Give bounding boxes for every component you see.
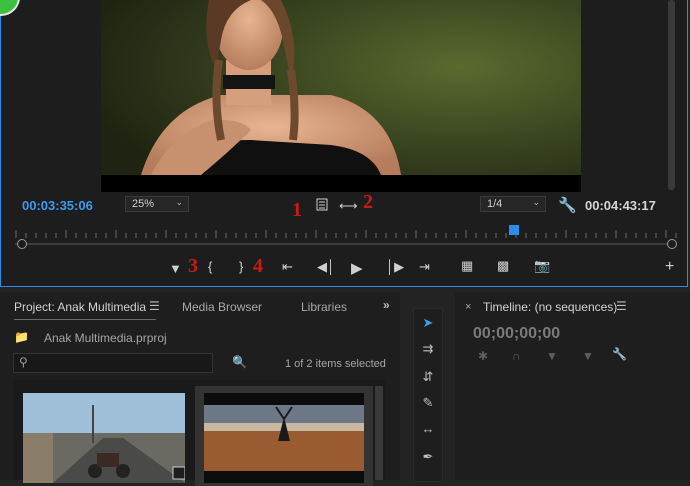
- ripple-edit-tool-icon[interactable]: ⇵: [414, 365, 442, 389]
- active-tab-underline: [14, 319, 156, 320]
- zoom-dropdown[interactable]: 25% ⌄: [125, 196, 189, 212]
- selection-tool-icon[interactable]: ➤: [414, 311, 442, 335]
- step-back-icon[interactable]: ◀│: [317, 259, 335, 275]
- add-marker-icon[interactable]: ▼: [546, 349, 558, 363]
- overwrite-icon[interactable]: ▩: [497, 258, 509, 274]
- scrollbar-right-handle[interactable]: [667, 239, 677, 249]
- folder-icon: 📁: [14, 330, 29, 344]
- monitor-scrollbar[interactable]: [668, 0, 675, 190]
- chevron-down-icon: ⌄: [175, 197, 183, 207]
- more-panels-icon[interactable]: »: [383, 298, 390, 312]
- go-to-in-icon[interactable]: ⇤: [282, 259, 293, 275]
- mark-in-icon[interactable]: {: [208, 259, 212, 274]
- annotation-4: 4: [253, 255, 263, 277]
- duration-timecode: 00:04:43:17: [585, 198, 656, 213]
- annotation-3: 3: [188, 255, 198, 277]
- marker-icon[interactable]: ▼: [582, 349, 594, 363]
- slip-tool-icon[interactable]: ↔: [414, 417, 442, 441]
- grid-scrollbar[interactable]: [375, 386, 383, 480]
- resolution-value: 1/4: [487, 198, 503, 210]
- project-file-name: Anak Multimedia.prproj: [44, 331, 167, 345]
- zoom-scrollbar[interactable]: [15, 243, 677, 245]
- timeline-title: Timeline: (no sequences): [483, 300, 618, 314]
- insert-icon[interactable]: ▦: [461, 258, 473, 274]
- resolution-dropdown[interactable]: 1/4 ⌄: [480, 196, 546, 212]
- chevron-down-icon: ⌄: [532, 197, 540, 207]
- find-icon[interactable]: 🔍: [232, 355, 247, 369]
- search-icon: ⚲: [19, 355, 28, 369]
- close-icon[interactable]: ×: [465, 301, 471, 313]
- clip-thumbnail[interactable]: [204, 393, 364, 483]
- panel-menu-icon[interactable]: ☰: [616, 299, 627, 313]
- search-input[interactable]: ⚲: [13, 353, 213, 373]
- panel-menu-icon[interactable]: ☰: [149, 299, 160, 313]
- selection-status: 1 of 2 items selected: [285, 358, 386, 370]
- tab-project[interactable]: Project: Anak Multimedia: [14, 300, 146, 314]
- add-marker-icon[interactable]: ▼: [169, 261, 182, 276]
- source-monitor: 00:03:35:06 25% ⌄ ⟷ 1 2 1/4 ⌄ 🔧 00:04:43…: [0, 0, 688, 287]
- tools-panel: ➤ ⇉ ⇵ ✎ ↔ ✒: [413, 308, 443, 482]
- track-select-tool-icon[interactable]: ⇉: [414, 337, 442, 361]
- go-to-out-icon[interactable]: ⇥: [419, 259, 430, 275]
- annotation-2: 2: [363, 191, 373, 213]
- mark-out-icon[interactable]: }: [239, 259, 243, 274]
- annotation-1: 1: [292, 199, 302, 221]
- timeline-panel: [455, 292, 690, 480]
- snap-icon[interactable]: ✱: [478, 349, 488, 363]
- add-button-icon[interactable]: +: [665, 258, 674, 276]
- tab-libraries[interactable]: Libraries: [301, 300, 347, 314]
- safe-margins-icon[interactable]: [315, 198, 329, 214]
- tab-media-browser[interactable]: Media Browser: [182, 300, 262, 314]
- playhead[interactable]: [509, 225, 519, 235]
- clip-thumbnail[interactable]: [23, 393, 185, 483]
- zoom-value: 25%: [132, 198, 155, 210]
- time-ruler[interactable]: [15, 228, 677, 238]
- pen-tool-icon[interactable]: ✒: [414, 445, 442, 469]
- toggle-proxy-icon[interactable]: ⟷: [339, 198, 358, 214]
- export-frame-icon[interactable]: 📷: [534, 258, 550, 274]
- video-preview: [101, 0, 581, 192]
- step-forward-icon[interactable]: │▶: [386, 259, 404, 275]
- settings-wrench-icon[interactable]: 🔧: [612, 347, 627, 361]
- settings-wrench-icon[interactable]: 🔧: [558, 196, 577, 214]
- current-timecode[interactable]: 00:03:35:06: [22, 198, 93, 213]
- scrollbar-left-handle[interactable]: [17, 239, 27, 249]
- razor-tool-icon[interactable]: ✎: [414, 391, 442, 415]
- timeline-timecode: 00;00;00;00: [473, 325, 561, 342]
- play-icon[interactable]: ▶: [351, 259, 363, 277]
- linked-selection-icon[interactable]: ∩: [512, 349, 521, 363]
